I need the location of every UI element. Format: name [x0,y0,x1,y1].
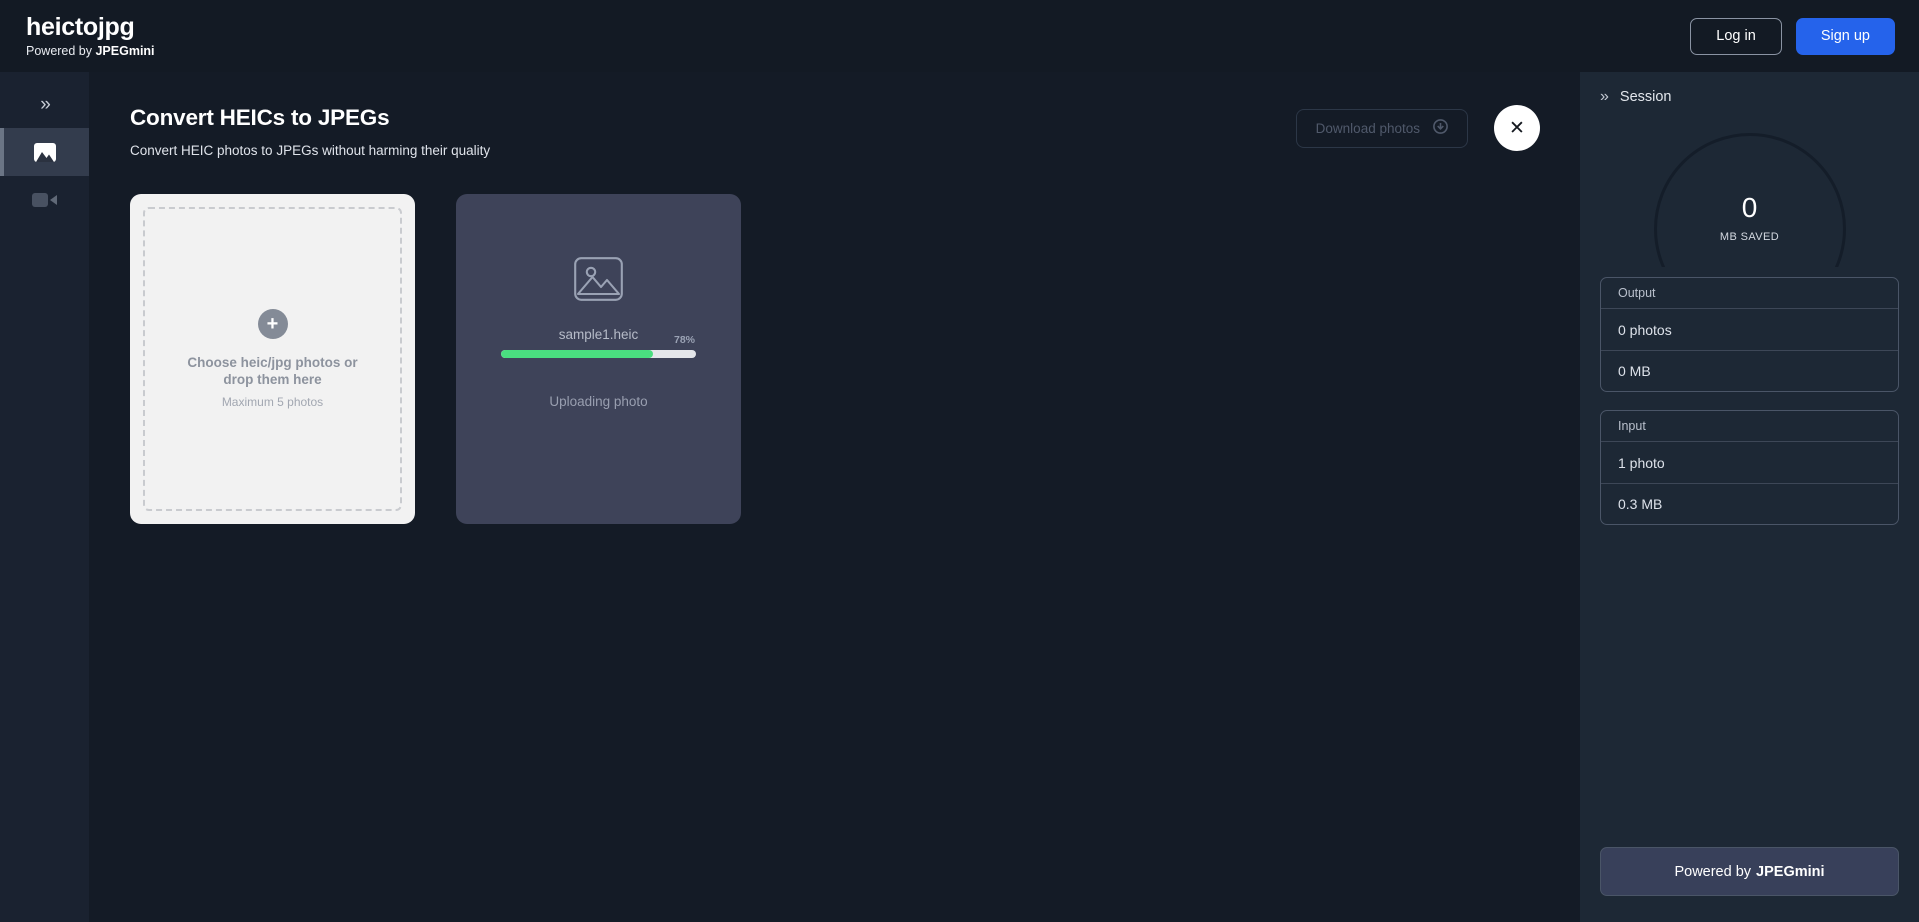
dropzone-card[interactable]: + Choose heic/jpg photos or drop them he… [130,194,415,524]
savings-gauge: 0 MB SAVED [1580,112,1919,267]
sidebar-item-videos[interactable] [0,176,89,224]
main-header-row: Convert HEICs to JPEGs Convert HEIC phot… [130,101,1540,158]
page-title: Convert HEICs to JPEGs [130,105,390,130]
session-header[interactable]: » Session [1580,72,1919,106]
upload-progress-fill [501,350,654,358]
gauge-value: 0 [1741,192,1758,223]
app-header: heictojpg Powered by JPEGmini Log in Sig… [0,0,1919,72]
plus-icon: + [257,308,288,339]
output-stats-heading: Output [1601,278,1898,309]
upload-progress-percent: 78% [673,334,695,346]
sidebar-item-expand[interactable]: » [0,80,89,128]
image-icon [33,142,56,162]
powered-by-prefix: Powered by [1674,863,1752,880]
main-content: Convert HEICs to JPEGs Convert HEIC phot… [89,72,1580,922]
header-actions: Log in Sign up [1690,17,1895,55]
output-photos-count: 0 photos [1618,321,1672,338]
gauge-label: MB SAVED [1719,231,1780,243]
app-root: heictojpg Powered by JPEGmini Log in Sig… [0,0,1919,922]
main-header-actions: Download photos ✕ [1295,101,1540,151]
login-button[interactable]: Log in [1690,17,1782,55]
output-size: 0 MB [1601,350,1898,391]
close-button[interactable]: ✕ [1494,105,1540,151]
upload-card[interactable]: sample1.heic 78% Uploading photo [456,194,741,524]
title-block: Convert HEICs to JPEGs Convert HEIC phot… [130,101,490,158]
input-photos-count: 1 photo [1618,454,1665,471]
brand-powered-by: Powered by JPEGmini [26,44,155,58]
sidebar: » [0,72,89,922]
video-camera-icon [31,192,58,208]
upload-file-name: sample1.heic [558,327,639,342]
output-stats-group: Output 0 photos 0 MB [1600,277,1899,392]
dropzone-note: Maximum 5 photos [221,395,324,410]
signup-button[interactable]: Sign up [1795,17,1895,55]
chevron-double-right-icon: » [40,93,50,115]
brand-title: heictojpg [26,13,135,42]
session-panel: » Session 0 MB SAVED Output 0 photos 0 M… [1580,72,1919,922]
brand-powered-name: JPEGmini [95,43,155,58]
session-title: Session [1619,89,1672,105]
page-subtitle: Convert HEIC photos to JPEGs without har… [130,143,491,158]
input-stats-heading: Input [1601,411,1898,442]
chevron-double-right-icon[interactable]: » [1600,89,1609,105]
upload-status-text: Uploading photo [549,394,648,409]
download-circle-icon [1433,119,1448,137]
brand-powered-prefix: Powered by [26,43,96,58]
download-photos-button[interactable]: Download photos [1295,108,1468,148]
image-placeholder-icon [574,257,623,306]
input-stats-group: Input 1 photo 0.3 MB [1600,410,1899,525]
powered-by-jpegmini-button[interactable]: Powered by JPEGmini [1600,847,1899,896]
sidebar-item-photos[interactable] [0,128,89,176]
powered-by-name: JPEGmini [1756,863,1825,880]
dropzone-title: Choose heic/jpg photos or drop them here [187,354,358,387]
brand-logo[interactable]: heictojpg Powered by JPEGmini [26,13,155,58]
download-photos-label: Download photos [1315,120,1420,136]
photo-cards-row: + Choose heic/jpg photos or drop them he… [130,194,1540,524]
dropzone-inner[interactable]: + Choose heic/jpg photos or drop them he… [143,207,402,511]
upload-progress: 78% [501,334,696,358]
input-size: 0.3 MB [1601,483,1898,524]
upload-progress-track [501,350,696,358]
